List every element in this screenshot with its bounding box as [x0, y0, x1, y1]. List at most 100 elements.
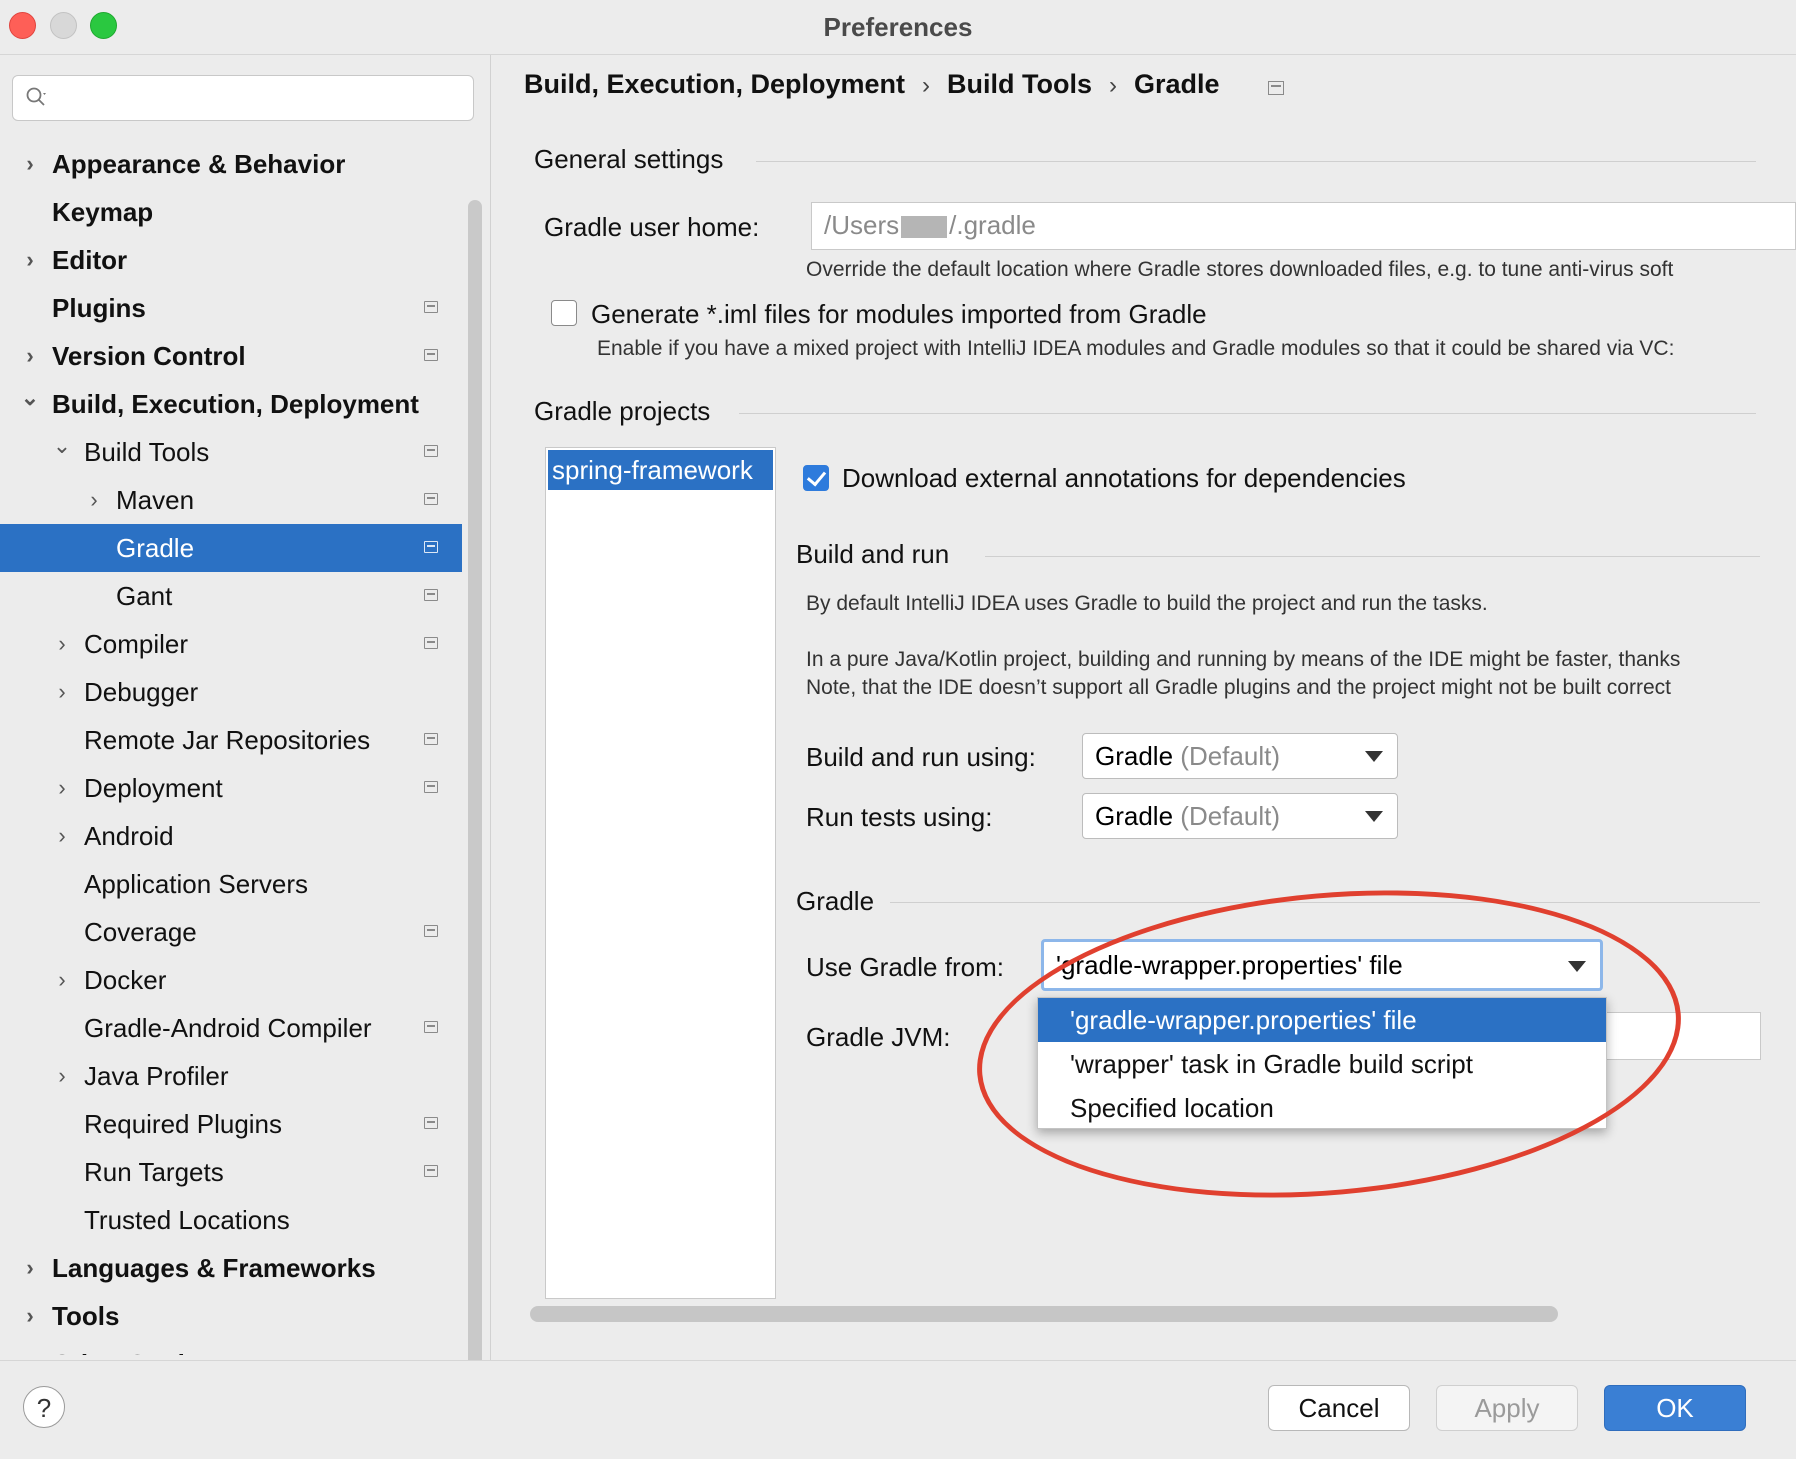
sidebar-item[interactable]: Remote Jar Repositories: [0, 716, 462, 764]
chevron-right-icon[interactable]: ›: [20, 236, 40, 284]
project-level-icon: [424, 589, 438, 601]
search-input[interactable]: [61, 82, 465, 114]
dropdown-option[interactable]: 'gradle-wrapper.properties' file: [1038, 998, 1606, 1042]
chevron-right-icon[interactable]: ›: [52, 764, 72, 812]
build-and-run-using-select[interactable]: Gradle (Default): [1082, 733, 1398, 779]
gradle-jvm-select[interactable]: [1600, 1012, 1761, 1060]
project-level-icon: [424, 637, 438, 649]
gradle-section-title: Gradle: [796, 886, 875, 916]
sidebar-item[interactable]: › Maven: [0, 476, 462, 524]
section-divider: [985, 556, 1760, 557]
sidebar-item-label: Required Plugins: [84, 1109, 283, 1139]
help-button[interactable]: ?: [23, 1386, 65, 1428]
use-gradle-from-select[interactable]: 'gradle-wrapper.properties' file: [1041, 939, 1603, 991]
chevron-right-icon[interactable]: ›: [52, 956, 72, 1004]
sidebar-item[interactable]: Keymap: [0, 188, 462, 236]
apply-button[interactable]: Apply: [1436, 1385, 1578, 1431]
project-level-icon: [424, 1165, 438, 1177]
project-level-icon: [424, 925, 438, 937]
sidebar-item-label: Languages & Frameworks: [52, 1253, 376, 1283]
project-item-spring-framework[interactable]: spring-framework: [548, 450, 773, 490]
chevron-right-icon[interactable]: ›: [52, 812, 72, 860]
run-tests-using-label: Run tests using:: [806, 802, 993, 832]
cancel-button[interactable]: Cancel: [1268, 1385, 1410, 1431]
gradle-user-home-field[interactable]: /Users /.gradle: [811, 202, 1796, 250]
generate-iml-checkbox[interactable]: [551, 300, 577, 326]
dropdown-option[interactable]: Specified location: [1038, 1086, 1606, 1130]
breadcrumb-separator: ›: [1109, 72, 1118, 99]
settings-sidebar: › Appearance & Behavior Keymap › Editor Plugi…: [0, 55, 491, 1380]
sidebar-item[interactable]: › Deployment: [0, 764, 462, 812]
breadcrumb-item: Build Tools: [947, 69, 1093, 99]
redacted-username: [901, 216, 948, 239]
sidebar-item[interactable]: ⌄ Build, Execution, Deployment: [0, 380, 462, 428]
sidebar-item[interactable]: ⌄ Build Tools: [0, 428, 462, 476]
project-level-icon: [424, 445, 438, 457]
user-home-suffix: /.gradle: [949, 210, 1036, 240]
sidebar-item-label: Deployment: [84, 773, 223, 803]
sidebar-item-label: Java Profiler: [84, 1061, 229, 1091]
chevron-right-icon[interactable]: ›: [20, 1340, 40, 1355]
sidebar-item-label: Run Targets: [84, 1157, 224, 1187]
tests-using-value: Gradle: [1095, 801, 1174, 831]
settings-tree: › Appearance & Behavior Keymap › Editor Plugi…: [0, 140, 462, 1355]
build-using-value: Gradle: [1095, 741, 1174, 771]
dropdown-option[interactable]: 'wrapper' task in Gradle build script: [1038, 1042, 1606, 1086]
chevron-right-icon[interactable]: ›: [84, 476, 104, 524]
sidebar-item[interactable]: Gant: [0, 572, 462, 620]
breadcrumb-separator: ›: [922, 72, 931, 99]
sidebar-item[interactable]: › Android: [0, 812, 462, 860]
sidebar-item[interactable]: Gradle: [0, 524, 462, 572]
chevron-right-icon[interactable]: ›: [20, 140, 40, 188]
sidebar-item-label: Keymap: [52, 197, 154, 227]
chevron-right-icon[interactable]: ›: [52, 1052, 72, 1100]
chevron-right-icon[interactable]: ›: [20, 332, 40, 380]
chevron-down-icon[interactable]: ⌄: [52, 428, 72, 476]
sidebar-item[interactable]: › Editor: [0, 236, 462, 284]
chevron-right-icon[interactable]: ›: [20, 1292, 40, 1340]
build-and-run-desc-2: In a pure Java/Kotlin project, building …: [806, 648, 1681, 671]
sidebar-scrollbar[interactable]: [468, 200, 482, 1380]
sidebar-item[interactable]: › Compiler: [0, 620, 462, 668]
download-annotations-checkbox[interactable]: [803, 465, 829, 491]
sidebar-item-label: Build, Execution, Deployment: [52, 389, 419, 419]
sidebar-item-label: Appearance & Behavior: [52, 149, 346, 179]
sidebar-item[interactable]: Gradle-Android Compiler: [0, 1004, 462, 1052]
sidebar-item[interactable]: › Java Profiler: [0, 1052, 462, 1100]
sidebar-item[interactable]: › Docker: [0, 956, 462, 1004]
dialog-button-bar: ? Cancel Apply OK: [0, 1360, 1796, 1459]
sidebar-item[interactable]: › Tools: [0, 1292, 462, 1340]
chevron-right-icon[interactable]: ›: [20, 1244, 40, 1292]
sidebar-item[interactable]: › Appearance & Behavior: [0, 140, 462, 188]
gradle-user-home-label: Gradle user home:: [544, 212, 760, 242]
sidebar-item[interactable]: Application Servers: [0, 860, 462, 908]
run-tests-using-select[interactable]: Gradle (Default): [1082, 793, 1398, 839]
sidebar-item[interactable]: Coverage: [0, 908, 462, 956]
sidebar-item[interactable]: › Languages & Frameworks: [0, 1244, 462, 1292]
sidebar-item[interactable]: Run Targets: [0, 1148, 462, 1196]
gradle-projects-title: Gradle projects: [534, 396, 711, 426]
user-home-prefix: /Users: [824, 210, 900, 240]
sidebar-item-label: Gradle: [116, 533, 195, 563]
settings-search[interactable]: [12, 75, 474, 121]
sidebar-item[interactable]: Required Plugins: [0, 1100, 462, 1148]
sidebar-item-label: Other Settings: [52, 1340, 231, 1355]
chevron-right-icon[interactable]: ›: [52, 668, 72, 716]
use-gradle-from-label: Use Gradle from:: [806, 952, 1004, 982]
sidebar-item[interactable]: › Version Control: [0, 332, 462, 380]
ok-button[interactable]: OK: [1604, 1385, 1746, 1431]
sidebar-item-label: Trusted Locations: [84, 1205, 290, 1235]
chevron-right-icon[interactable]: ›: [52, 620, 72, 668]
content-horizontal-scrollbar[interactable]: [530, 1306, 1558, 1322]
sidebar-item[interactable]: Trusted Locations: [0, 1196, 462, 1244]
sidebar-item[interactable]: › Debugger: [0, 668, 462, 716]
chevron-down-icon[interactable]: ⌄: [20, 380, 40, 428]
gradle-jvm-label: Gradle JVM:: [806, 1022, 951, 1052]
sidebar-item[interactable]: Plugins: [0, 284, 462, 332]
generate-iml-label: Generate *.iml files for modules importe…: [591, 299, 1207, 329]
sidebar-item-label: Docker: [84, 965, 167, 995]
use-gradle-from-value: 'gradle-wrapper.properties' file: [1056, 950, 1403, 980]
section-divider: [890, 902, 1760, 903]
sidebar-item[interactable]: › Other Settings: [0, 1340, 462, 1355]
sidebar-item-label: Tools: [52, 1301, 120, 1331]
